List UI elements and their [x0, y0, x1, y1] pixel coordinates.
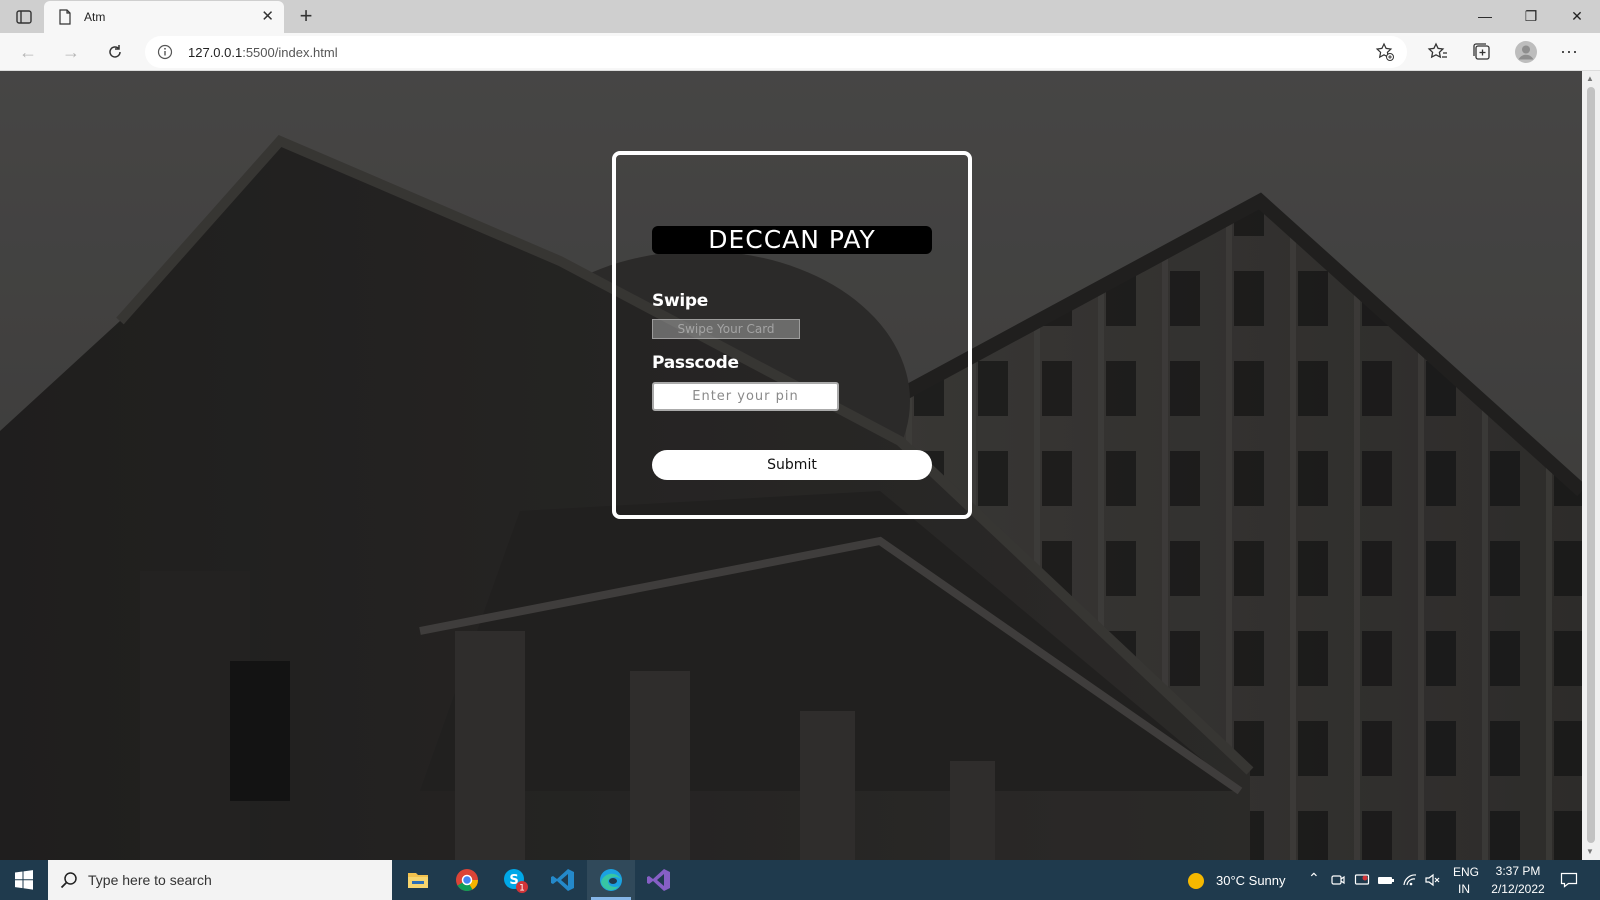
refresh-button[interactable] [101, 39, 129, 65]
search-icon [60, 871, 78, 894]
address-bar[interactable]: 127.0.0.1:5500/index.html [145, 36, 1407, 68]
swipe-card-field[interactable]: Swipe Your Card [652, 319, 800, 339]
site-info-icon[interactable] [157, 44, 173, 65]
language-bottom[interactable]: IN [1458, 882, 1470, 896]
file-explorer-icon[interactable] [394, 860, 442, 900]
swipe-label: Swipe [652, 291, 708, 311]
add-favorite-icon[interactable] [1375, 42, 1395, 67]
brand-title: DECCAN PAY [652, 226, 932, 254]
url-host: 127.0.0.1 [188, 45, 243, 60]
taskbar-search-box[interactable]: Type here to search [48, 860, 392, 900]
page-viewport: DECCAN PAY Swipe Swipe Your Card Passcod… [0, 71, 1582, 860]
weather-text[interactable]: 30°C Sunny [1216, 873, 1286, 888]
chrome-icon[interactable] [443, 860, 491, 900]
skype-icon[interactable]: S1 [491, 860, 539, 900]
browser-toolbar: ← → 127.0.0.1:5500/index.html ··· [0, 33, 1600, 71]
browser-tab-bar: Atm ✕ + — ❐ ✕ [0, 0, 1600, 33]
scroll-up-icon[interactable]: ▲ [1586, 74, 1594, 83]
more-menu-icon[interactable]: ··· [1560, 40, 1584, 64]
wifi-icon[interactable] [1402, 872, 1418, 893]
back-button[interactable]: ← [14, 39, 42, 65]
clock-time[interactable]: 3:37 PM [1488, 864, 1548, 878]
restore-button[interactable]: ❐ [1508, 0, 1554, 33]
scrollbar-thumb[interactable] [1587, 87, 1595, 843]
submit-button[interactable]: Submit [652, 450, 932, 480]
skype-badge: 1 [519, 884, 525, 894]
page-scrollbar[interactable]: ▲ ▼ [1582, 71, 1600, 860]
document-icon [58, 9, 72, 30]
tab-actions-icon[interactable] [14, 7, 34, 27]
battery-icon[interactable] [1377, 872, 1395, 893]
windows-taskbar: Type here to search S1 30°C Sunny ⌃ ENG … [0, 860, 1600, 900]
minimize-button[interactable]: — [1462, 0, 1508, 33]
volume-muted-icon[interactable] [1424, 872, 1440, 893]
weather-sun-icon [1186, 871, 1206, 896]
notifications-icon[interactable] [1560, 872, 1578, 893]
visual-studio-icon[interactable] [635, 860, 683, 900]
scroll-down-icon[interactable]: ▼ [1586, 847, 1594, 856]
edge-icon[interactable] [587, 860, 635, 900]
passcode-label: Passcode [652, 353, 739, 373]
url-path: :5500/index.html [242, 45, 338, 60]
close-tab-icon[interactable]: ✕ [261, 9, 274, 24]
tab-title: Atm [84, 10, 106, 24]
login-card: DECCAN PAY Swipe Swipe Your Card Passcod… [612, 151, 972, 519]
profile-avatar-icon[interactable] [1514, 40, 1538, 64]
windows-logo-icon [15, 870, 33, 890]
pin-input[interactable] [652, 382, 839, 411]
vscode-icon[interactable] [539, 860, 587, 900]
display-icon[interactable] [1354, 872, 1370, 893]
clock-date[interactable]: 2/12/2022 [1484, 882, 1552, 896]
url-text[interactable]: 127.0.0.1:5500/index.html [188, 45, 338, 60]
meet-now-icon[interactable] [1330, 872, 1346, 893]
start-button[interactable] [0, 860, 48, 900]
new-tab-button[interactable]: + [294, 4, 318, 28]
search-placeholder: Type here to search [88, 872, 212, 888]
favorites-icon[interactable] [1426, 40, 1450, 64]
language-top[interactable]: ENG [1453, 865, 1479, 879]
close-window-button[interactable]: ✕ [1554, 0, 1600, 33]
collections-icon[interactable] [1470, 40, 1494, 64]
show-hidden-icons[interactable]: ⌃ [1308, 870, 1320, 887]
browser-tab[interactable]: Atm ✕ [44, 1, 284, 33]
forward-button[interactable]: → [57, 39, 85, 65]
